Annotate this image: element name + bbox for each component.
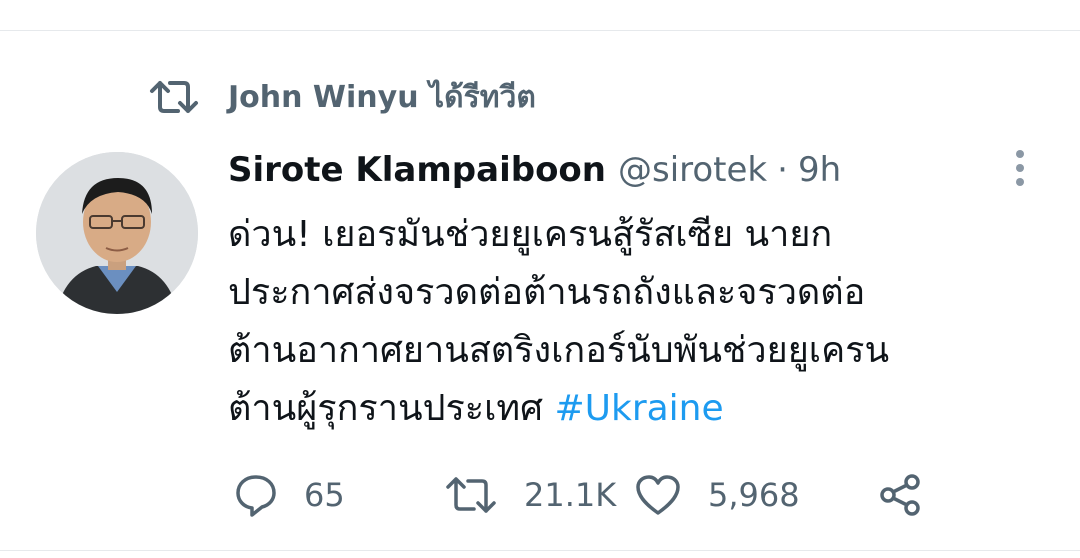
tweet-text-line-content: ต้านผู้รุกรานประเทศ	[228, 388, 555, 429]
tweet-text: ด่วน! เยอรมันช่วยยูเครนสู้รัสเซีย นายก ป…	[228, 206, 1048, 438]
more-options-icon[interactable]	[1008, 148, 1032, 188]
retweet-count: 21.1K	[524, 476, 617, 514]
retweet-context[interactable]: John Winyu ได้รีทวีต	[148, 72, 536, 122]
tweet-text-line: ด่วน! เยอรมันช่วยยูเครนสู้รัสเซีย นายก	[228, 214, 833, 255]
retweet-action-icon	[444, 473, 498, 517]
hashtag-link[interactable]: #Ukraine	[554, 388, 723, 429]
retweet-button[interactable]: 21.1K	[444, 473, 634, 517]
tweet-text-line: ต้านอากาศยานสตริงเกอร์นับพันช่วยยูเครน	[228, 330, 890, 371]
display-name[interactable]: Sirote Klampaiboon	[228, 150, 606, 190]
heart-icon	[634, 473, 682, 517]
like-button[interactable]: 5,968	[634, 473, 878, 517]
avatar[interactable]	[36, 152, 198, 314]
separator-dot: ·	[777, 150, 788, 190]
user-handle[interactable]: @sirotek	[618, 150, 767, 190]
bottom-divider	[0, 550, 1080, 551]
reply-count: 65	[304, 476, 345, 514]
avatar-portrait	[36, 152, 198, 314]
retweet-icon	[148, 77, 200, 117]
tweet-header: Sirote Klampaiboon @sirotek · 9h	[228, 145, 841, 195]
tweet-actions: 65 21.1K 5,968	[232, 468, 924, 522]
retweet-context-text: John Winyu ได้รีทวีต	[228, 79, 536, 115]
tweet-text-line-last: ต้านผู้รุกรานประเทศ #Ukraine	[228, 380, 1048, 438]
tweet-timestamp[interactable]: 9h	[798, 150, 841, 190]
reply-icon	[232, 471, 280, 519]
share-button[interactable]	[878, 472, 924, 518]
tweet-text-line: ประกาศส่งจรวดต่อต้านรถถังและจรวดต่อ	[228, 272, 866, 313]
share-icon	[878, 472, 924, 518]
like-count: 5,968	[708, 476, 800, 514]
top-divider	[0, 30, 1080, 31]
reply-button[interactable]: 65	[232, 471, 444, 519]
